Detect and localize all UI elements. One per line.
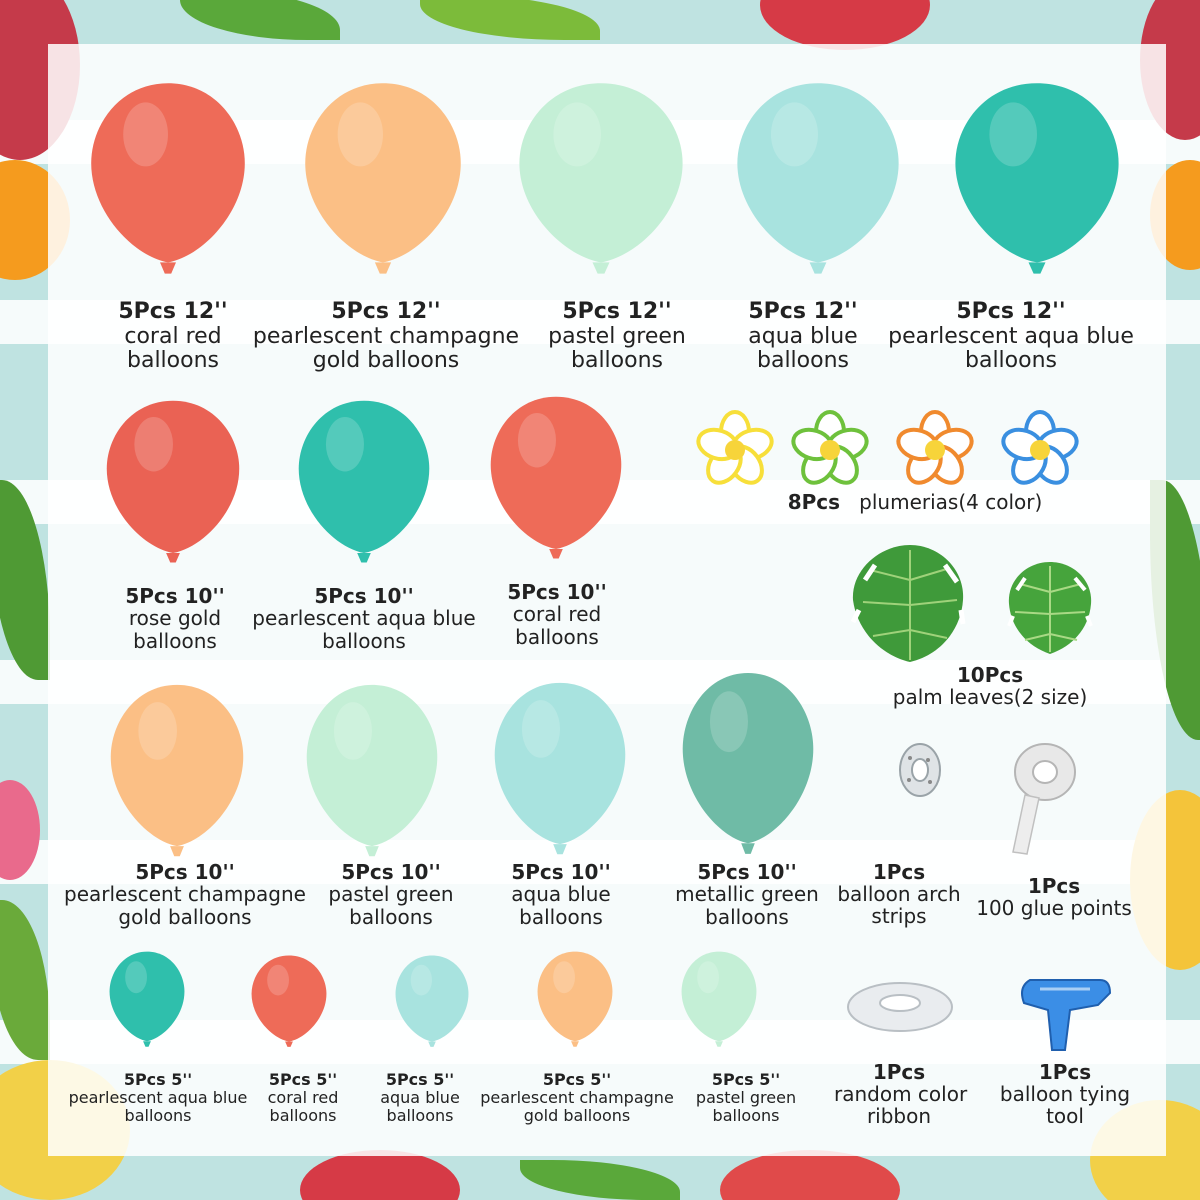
row1-label-3: 5Pcs 12'' pastel green balloons [548, 299, 686, 374]
ribbon-line1: random color [834, 1082, 968, 1106]
palm-leaves-name: palm leaves(2 size) [892, 685, 1088, 709]
palm-leaves-label: 10Pcs palm leaves(2 size) [880, 664, 1100, 708]
ribbon-label: 1Pcs random color ribbon [834, 1060, 968, 1128]
leaf-decoration [520, 1160, 680, 1200]
palm-leaves-image [850, 545, 1093, 662]
arch-strip-line2: strips [871, 904, 927, 928]
palm-leaf-icon [850, 545, 966, 662]
row4-label-3: 5Pcs 5'' aqua blue balloons [380, 1070, 460, 1125]
row2-label-2: 5Pcs 10'' pearlescent aqua blue balloons [252, 584, 476, 653]
balloon-10in [494, 682, 626, 855]
tying-tool-icon [1021, 979, 1112, 1051]
row1-label-2: 5Pcs 12'' pearlescent champagne gold ballo… [252, 299, 520, 374]
plumerias-qty: 8Pcs [787, 490, 841, 514]
tying-tool-label: 1Pcs balloon tying tool [994, 1061, 1136, 1127]
row1-label-5: 5Pcs 12'' pearlescent aqua blue balloons [888, 299, 1134, 374]
balloon-10in [106, 400, 240, 563]
balloon-10in [682, 673, 814, 854]
balloon-12in [91, 83, 245, 274]
row4-label-4: 5Pcs 5'' pearlescent champagne gold balloo… [480, 1070, 674, 1125]
balloon-12in [519, 83, 683, 274]
arch-strip-line1: balloon arch [837, 882, 961, 906]
balloon-5in [251, 955, 327, 1047]
balloon-12in [737, 83, 899, 274]
glue-dots-roll-icon [1012, 743, 1076, 855]
balloon-5in [681, 951, 757, 1047]
leaf-decoration [180, 0, 340, 40]
tying-tool-line1: balloon tying [999, 1082, 1131, 1106]
pomegranate-decoration [720, 1150, 900, 1200]
balloon-5in [109, 951, 185, 1047]
row2-label-3: 5Pcs 10'' coral red balloons [507, 580, 607, 649]
pomegranate-decoration [760, 0, 930, 50]
ribbon-line2: ribbon [866, 1104, 932, 1128]
plumeria-flowers [696, 410, 1079, 485]
plumerias-name: plumerias(4 color) [859, 490, 1043, 514]
row1-label-4: 5Pcs 12'' aqua blue balloons [748, 299, 858, 374]
row3-label-2: 5Pcs 10'' pastel green balloons [328, 860, 454, 929]
balloon-10in [490, 396, 622, 559]
arch-strip-qty: 1Pcs [872, 860, 926, 884]
row4-label-2: 5Pcs 5'' coral red balloons [267, 1070, 339, 1125]
balloon-12in [955, 83, 1119, 274]
balloon-10in [306, 684, 438, 857]
row3-label-4: 5Pcs 10'' metallic green balloons [675, 860, 819, 929]
glue-label: 1Pcs 100 glue points [970, 875, 1138, 919]
tying-tool-line2: tool [1046, 1104, 1084, 1128]
balloon-10in [110, 684, 244, 857]
plumeria-flower-icon [896, 410, 974, 485]
row4-label-1: 5Pcs 5'' pearlescent aqua blue balloons [68, 1070, 248, 1125]
row3-label-1: 5Pcs 10'' pearlescent champagne gold ballo… [64, 860, 306, 929]
glue-qty: 1Pcs [1027, 874, 1081, 898]
ribbon-qty: 1Pcs [872, 1060, 926, 1084]
pomegranate-decoration [300, 1150, 460, 1200]
arch-strip-label: 1Pcs balloon arch strips [832, 861, 966, 927]
plumerias-label: 8Pcs plumerias(4 color) [780, 491, 1050, 513]
arch-strip-roll-icon [899, 743, 941, 797]
row1-label-1: 5Pcs 12'' coral red balloons [118, 299, 228, 374]
row2-label-1: 5Pcs 10'' rose gold balloons [125, 584, 225, 653]
balloon-5in [537, 951, 613, 1047]
ribbon-roll-icon [847, 982, 953, 1032]
palm-leaf-small-icon [1007, 562, 1093, 654]
balloon-5in [395, 955, 469, 1047]
plumeria-flower-icon [696, 410, 774, 485]
plumeria-flower-icon [791, 410, 869, 485]
glue-line1: 100 glue points [976, 896, 1132, 920]
tying-tool-qty: 1Pcs [1038, 1060, 1092, 1084]
balloon-12in [305, 83, 461, 274]
row3-label-3: 5Pcs 10'' aqua blue balloons [511, 860, 611, 929]
balloon-10in [298, 400, 430, 563]
palm-leaves-qty: 10Pcs [956, 663, 1024, 687]
plumeria-flower-icon [1001, 410, 1079, 485]
leaf-decoration [420, 0, 600, 40]
row4-label-5: 5Pcs 5'' pastel green balloons [695, 1070, 797, 1125]
